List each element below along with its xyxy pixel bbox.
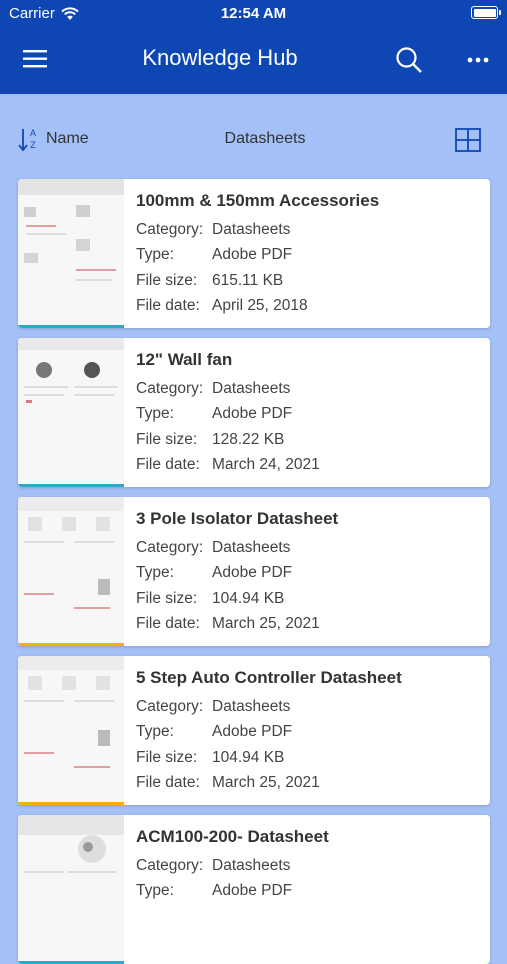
type-label: Type:	[136, 882, 174, 900]
document-info: ACM100-200- Datasheet Category: Datasheet…	[136, 827, 329, 904]
type-value: Adobe PDF	[212, 723, 293, 741]
grid-view-icon[interactable]	[454, 127, 482, 153]
document-info: 3 Pole Isolator Datasheet Category: Datas…	[136, 509, 338, 637]
document-info: 100mm & 150mm Accessories Category: Datas…	[136, 191, 379, 319]
date-row: File date: March 24, 2021	[136, 453, 320, 479]
document-card[interactable]: 100mm & 150mm Accessories Category: Datas…	[18, 179, 490, 328]
category-label: Category:	[136, 220, 204, 238]
document-thumbnail	[18, 179, 124, 328]
category-row: Category: Datasheets	[136, 217, 379, 243]
date-label: File date:	[136, 615, 200, 633]
page-title: Knowledge Hub	[142, 45, 298, 70]
document-thumbnail	[18, 656, 124, 805]
type-value: Adobe PDF	[212, 405, 293, 423]
type-row: Type: Adobe PDF	[136, 561, 338, 587]
document-title: 12" Wall fan	[136, 350, 233, 369]
status-time: 12:54 AM	[220, 5, 287, 22]
category-value: Datasheets	[212, 697, 291, 715]
category-value: Datasheets	[212, 538, 291, 556]
category-label: Category:	[136, 379, 204, 397]
more-icon[interactable]	[464, 50, 492, 70]
date-label: File date:	[136, 774, 200, 792]
size-value: 128.22 KB	[212, 430, 285, 448]
type-row: Type: Adobe PDF	[136, 243, 379, 269]
navigation-bar: Knowledge Hub	[0, 38, 507, 82]
type-row: Type: Adobe PDF	[136, 720, 402, 746]
size-row: File size: 104.94 KB	[136, 745, 402, 771]
thumbnail-accent	[18, 325, 124, 328]
size-value: 104.94 KB	[212, 589, 285, 607]
date-value: March 24, 2021	[212, 456, 320, 474]
category-row: Category: Datasheets	[136, 694, 402, 720]
status-bar: Carrier 12:54 AM	[0, 0, 507, 28]
size-row: File size: 104.94 KB	[136, 586, 338, 612]
type-label: Type:	[136, 405, 174, 423]
document-thumbnail	[18, 497, 124, 646]
document-card[interactable]: 5 Step Auto Controller Datasheet Categor…	[18, 656, 490, 805]
document-info: 5 Step Auto Controller Datasheet Categor…	[136, 668, 402, 796]
date-label: File date:	[136, 456, 200, 474]
document-thumbnail	[18, 815, 124, 964]
document-card[interactable]: 3 Pole Isolator Datasheet Category: Datas…	[18, 497, 490, 646]
size-label: File size:	[136, 271, 198, 289]
category-label: Category:	[136, 697, 204, 715]
category-value: Datasheets	[212, 856, 291, 874]
type-value: Adobe PDF	[212, 564, 293, 582]
date-value: March 25, 2021	[212, 615, 320, 633]
date-value: April 25, 2018	[212, 297, 308, 315]
category-row: Category: Datasheets	[136, 853, 329, 879]
list-toolbar: A Z Name Datasheets	[0, 112, 507, 168]
size-value: 615.11 KB	[212, 271, 284, 289]
type-label: Type:	[136, 723, 174, 741]
date-row: File date: March 25, 2021	[136, 771, 402, 797]
document-info: 12" Wall fan Category: Datasheets Type: Ad…	[136, 350, 320, 478]
date-row: File date: March 25, 2021	[136, 612, 338, 638]
date-value: March 25, 2021	[212, 774, 320, 792]
thumbnail-accent	[18, 484, 124, 487]
document-card[interactable]: ACM100-200- Datasheet Category: Datasheet…	[18, 815, 490, 964]
category-value: Datasheets	[212, 379, 291, 397]
type-row: Type: Adobe PDF	[136, 402, 320, 428]
category-row: Category: Datasheets	[136, 535, 338, 561]
search-icon[interactable]	[394, 45, 424, 75]
app-header: Carrier 12:54 AM Knowledge Hub	[0, 0, 507, 94]
size-label: File size:	[136, 589, 198, 607]
type-row: Type: Adobe PDF	[136, 879, 329, 905]
category-label: Category:	[136, 856, 204, 874]
size-label: File size:	[136, 430, 198, 448]
category-value: Datasheets	[212, 220, 291, 238]
document-title: 100mm & 150mm Accessories	[136, 191, 380, 210]
document-thumbnail	[18, 338, 124, 487]
date-label: File date:	[136, 297, 200, 315]
size-label: File size:	[136, 748, 198, 766]
thumbnail-accent	[18, 802, 124, 805]
category-filter-label: Datasheets	[224, 130, 306, 147]
size-value: 104.94 KB	[212, 748, 285, 766]
size-row: File size: 615.11 KB	[136, 268, 379, 294]
size-row: File size: 128.22 KB	[136, 427, 320, 453]
category-label: Category:	[136, 538, 204, 556]
document-card[interactable]: 12" Wall fan Category: Datasheets Type: Ad…	[18, 338, 490, 487]
document-title: ACM100-200- Datasheet	[136, 827, 329, 846]
type-label: Type:	[136, 564, 174, 582]
battery-icon	[471, 6, 501, 19]
type-value: Adobe PDF	[212, 246, 293, 264]
document-title: 5 Step Auto Controller Datasheet	[136, 668, 402, 687]
thumbnail-accent	[18, 643, 124, 646]
type-value: Adobe PDF	[212, 882, 293, 900]
document-title: 3 Pole Isolator Datasheet	[136, 509, 339, 528]
type-label: Type:	[136, 246, 174, 264]
date-row: File date: April 25, 2018	[136, 294, 379, 320]
category-row: Category: Datasheets	[136, 376, 320, 402]
